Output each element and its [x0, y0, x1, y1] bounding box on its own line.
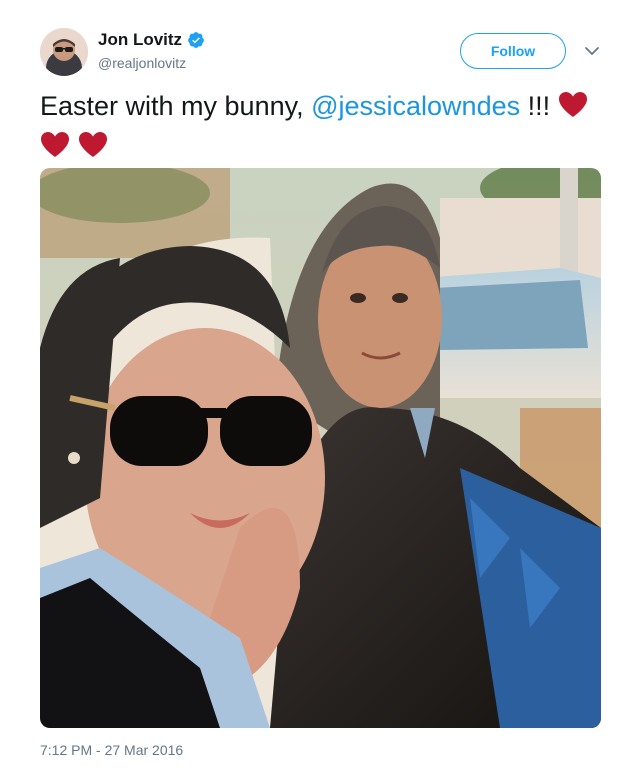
tweet-card: Jon Lovitz @realjonlovitz Follow Easter …	[0, 0, 620, 768]
chevron-down-icon[interactable]	[582, 42, 602, 60]
follow-button[interactable]: Follow	[460, 33, 566, 69]
user-info: Jon Lovitz @realjonlovitz	[98, 30, 205, 71]
photo-illustration	[40, 168, 601, 728]
tweet-text: Easter with my bunny, @jessicalowndes !!…	[40, 86, 600, 166]
heart-icon	[40, 130, 70, 158]
display-name[interactable]: Jon Lovitz	[98, 30, 182, 50]
user-avatar[interactable]	[40, 28, 88, 76]
avatar-photo	[40, 28, 88, 76]
tweet-text-body: Easter with my bunny,	[40, 91, 312, 121]
heart-icon	[78, 130, 108, 158]
mention-link[interactable]: @jessicalowndes	[311, 91, 520, 121]
tweet-text-exclaim: !!!	[520, 91, 551, 121]
tweet-photo[interactable]	[40, 168, 601, 728]
user-handle[interactable]: @realjonlovitz	[98, 55, 205, 71]
heart-icon	[558, 90, 588, 118]
tweet-timestamp[interactable]: 7:12 PM - 27 Mar 2016	[40, 742, 183, 758]
verified-badge-icon	[187, 31, 205, 49]
